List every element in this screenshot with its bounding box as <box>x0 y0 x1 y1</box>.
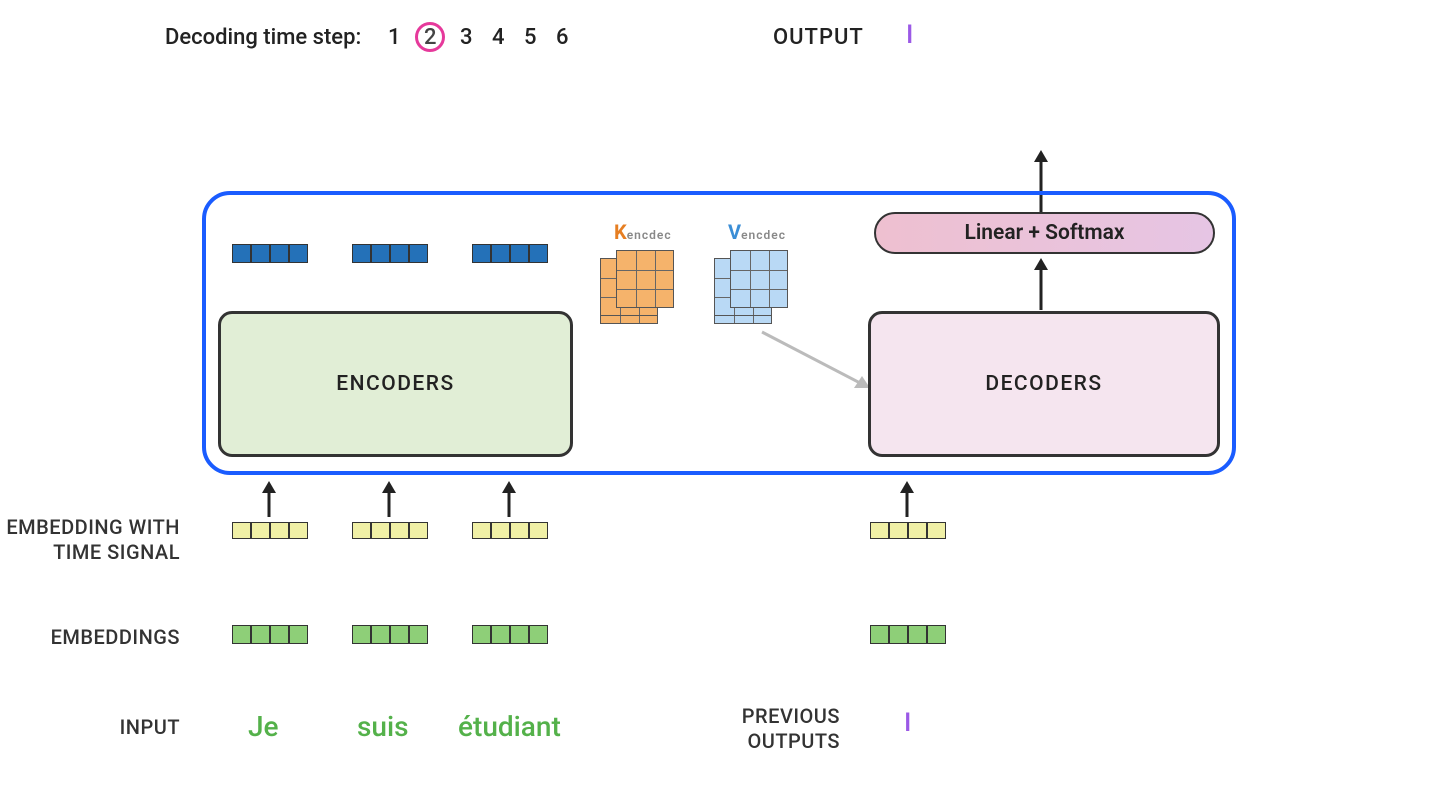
input-word-2: suis <box>357 710 409 743</box>
embed-time-vec-1 <box>232 522 308 539</box>
embed-vec-2 <box>352 625 428 644</box>
arrow-embed-dec-1 <box>896 479 918 519</box>
output-label: OUTPUT <box>773 25 864 50</box>
embed-time-vec-3 <box>472 522 548 539</box>
embeddings-label: EMBEDDINGS <box>5 625 180 650</box>
k-matrix-stack <box>600 250 678 328</box>
encoder-output-vec-2 <box>352 244 428 263</box>
embed-time-vec-dec-1 <box>870 522 946 539</box>
k-label: Kencdec <box>614 220 672 244</box>
timestep-2-current: 2 <box>415 22 445 52</box>
arrow-embed-enc-3 <box>498 479 520 519</box>
arrow-decoder-to-softmax <box>1030 256 1052 312</box>
embed-vec-3 <box>472 625 548 644</box>
timestep-5: 5 <box>519 25 541 50</box>
embedding-time-label: EMBEDDING WITH TIME SIGNAL <box>5 515 180 565</box>
arrow-embed-enc-2 <box>378 479 400 519</box>
input-word-1: Je <box>248 710 279 743</box>
encoders-block: ENCODERS <box>218 311 573 457</box>
previous-outputs-label: PREVIOUS OUTPUTS <box>660 704 840 754</box>
linear-softmax-box: Linear + Softmax <box>874 212 1215 254</box>
v-matrix-stack <box>714 250 792 328</box>
embed-vec-1 <box>232 625 308 644</box>
timestep-4: 4 <box>487 25 509 50</box>
decoders-block: DECODERS <box>868 311 1220 457</box>
arrow-embed-enc-1 <box>258 479 280 519</box>
encoder-output-vec-1 <box>232 244 308 263</box>
previous-output-token: I <box>904 708 911 738</box>
v-label: Vencdec <box>728 220 786 244</box>
embed-vec-dec-1 <box>870 625 946 644</box>
timestep-1: 1 <box>383 25 405 50</box>
timestep-3: 3 <box>455 25 477 50</box>
timestep-6: 6 <box>551 25 573 50</box>
arrow-kv-to-decoder <box>758 328 878 398</box>
encoder-output-vec-3 <box>472 244 548 263</box>
input-word-3: étudiant <box>458 710 561 743</box>
embed-time-vec-2 <box>352 522 428 539</box>
output-token: I <box>906 20 913 50</box>
timestep-label: Decoding time step: <box>165 25 361 50</box>
input-label: INPUT <box>5 715 180 740</box>
decoding-timestep-row: Decoding time step: 1 2 3 4 5 6 <box>165 22 573 52</box>
